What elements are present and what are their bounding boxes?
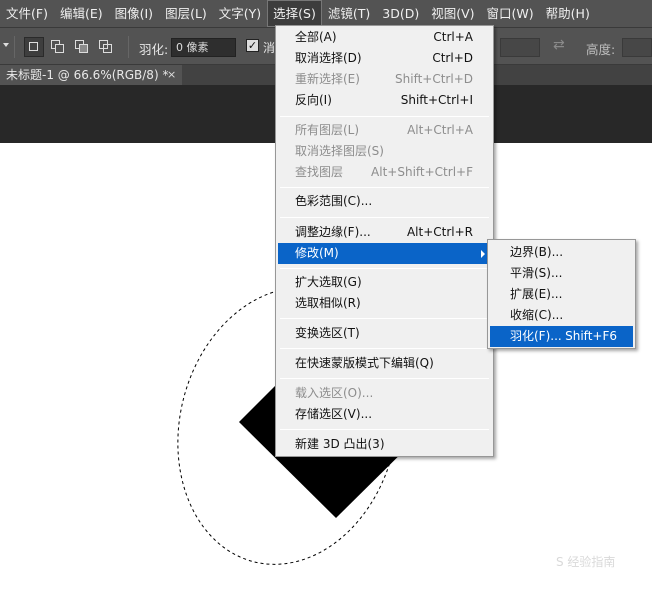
height-label: 高度: — [586, 42, 616, 57]
menu-item-deselect[interactable]: 取消选择(D) Ctrl+D — [278, 48, 491, 69]
menu-item-load-selection[interactable]: 载入选区(O)... — [278, 383, 491, 404]
feather-input[interactable]: 0 像素 — [171, 38, 236, 57]
menu-layer[interactable]: 图层(L) — [159, 0, 213, 27]
antialias-checkbox[interactable]: ✓ — [246, 39, 259, 52]
menu-item-new-3d-extrusion[interactable]: 新建 3D 凸出(3) — [278, 434, 491, 455]
menu-item-all-layers[interactable]: 所有图层(L) Alt+Ctrl+A — [278, 120, 491, 141]
menu-file[interactable]: 文件(F) — [0, 0, 54, 27]
new-selection-icon — [29, 42, 38, 51]
select-menu-dropdown: 全部(A) Ctrl+A 取消选择(D) Ctrl+D 重新选择(E) Shif… — [275, 25, 494, 457]
close-icon[interactable]: × — [167, 65, 176, 85]
menu-filter[interactable]: 滤镜(T) — [322, 0, 376, 27]
modify-submenu: 边界(B)... 平滑(S)... 扩展(E)... 收缩(C)... 羽化(F… — [487, 239, 636, 349]
document-tab[interactable]: 未标题-1 @ 66.6%(RGB/8) * × — [0, 65, 182, 85]
menu-item-grow[interactable]: 扩大选取(G) — [278, 272, 491, 293]
separator — [14, 36, 15, 58]
menu-separator — [280, 187, 489, 188]
menu-item-similar[interactable]: 选取相似(R) — [278, 293, 491, 314]
menu-image[interactable]: 图像(I) — [109, 0, 159, 27]
width-input[interactable] — [500, 38, 540, 57]
new-selection-button[interactable] — [24, 37, 44, 57]
menu-window[interactable]: 窗口(W) — [481, 0, 540, 27]
tool-preset-caret-icon[interactable] — [3, 43, 9, 47]
menu-separator — [280, 348, 489, 349]
subtract-from-selection-button[interactable] — [72, 37, 92, 57]
menu-edit[interactable]: 编辑(E) — [54, 0, 109, 27]
submenu-item-expand[interactable]: 扩展(E)... — [490, 284, 633, 305]
menu-3d[interactable]: 3D(D) — [376, 0, 425, 27]
menu-separator — [280, 429, 489, 430]
height-input[interactable] — [622, 38, 652, 57]
menu-item-reselect[interactable]: 重新选择(E) Shift+Ctrl+D — [278, 69, 491, 90]
menu-item-find-layers[interactable]: 查找图层 Alt+Shift+Ctrl+F — [278, 162, 491, 183]
submenu-item-border[interactable]: 边界(B)... — [490, 242, 633, 263]
menu-bar: 文件(F) 编辑(E) 图像(I) 图层(L) 文字(Y) 选择(S) 滤镜(T… — [0, 0, 652, 27]
menu-item-deselect-layers[interactable]: 取消选择图层(S) — [278, 141, 491, 162]
menu-separator — [280, 116, 489, 117]
swap-icon[interactable]: ⇄ — [553, 37, 565, 53]
menu-item-inverse[interactable]: 反向(I) Shift+Ctrl+I — [278, 90, 491, 111]
menu-item-color-range[interactable]: 色彩范围(C)... — [278, 191, 491, 212]
menu-item-select-all[interactable]: 全部(A) Ctrl+A — [278, 27, 491, 48]
submenu-item-contract[interactable]: 收缩(C)... — [490, 305, 633, 326]
antialias-label: 消 — [263, 41, 276, 55]
menu-item-transform-selection[interactable]: 变换选区(T) — [278, 323, 491, 344]
menu-separator — [280, 268, 489, 269]
submenu-item-smooth[interactable]: 平滑(S)... — [490, 263, 633, 284]
watermark: S 经验指南 — [556, 555, 616, 569]
submenu-arrow-icon — [481, 250, 485, 258]
menu-select[interactable]: 选择(S) — [267, 0, 322, 27]
menu-item-modify[interactable]: 修改(M) — [278, 243, 491, 264]
submenu-item-feather[interactable]: 羽化(F)... Shift+F6 — [490, 326, 633, 347]
intersect-selection-button[interactable] — [96, 37, 116, 57]
menu-separator — [280, 378, 489, 379]
menu-item-save-selection[interactable]: 存储选区(V)... — [278, 404, 491, 425]
document-tab-title: 未标题-1 @ 66.6%(RGB/8) * — [6, 68, 169, 82]
menu-type[interactable]: 文字(Y) — [213, 0, 267, 27]
menu-separator — [280, 318, 489, 319]
add-to-selection-button[interactable] — [48, 37, 68, 57]
menu-view[interactable]: 视图(V) — [425, 0, 480, 27]
menu-item-quick-mask[interactable]: 在快速蒙版模式下编辑(Q) — [278, 353, 491, 374]
menu-separator — [280, 217, 489, 218]
feather-label: 羽化: — [139, 42, 169, 57]
menu-item-refine-edge[interactable]: 调整边缘(F)... Alt+Ctrl+R — [278, 222, 491, 243]
menu-help[interactable]: 帮助(H) — [540, 0, 596, 27]
